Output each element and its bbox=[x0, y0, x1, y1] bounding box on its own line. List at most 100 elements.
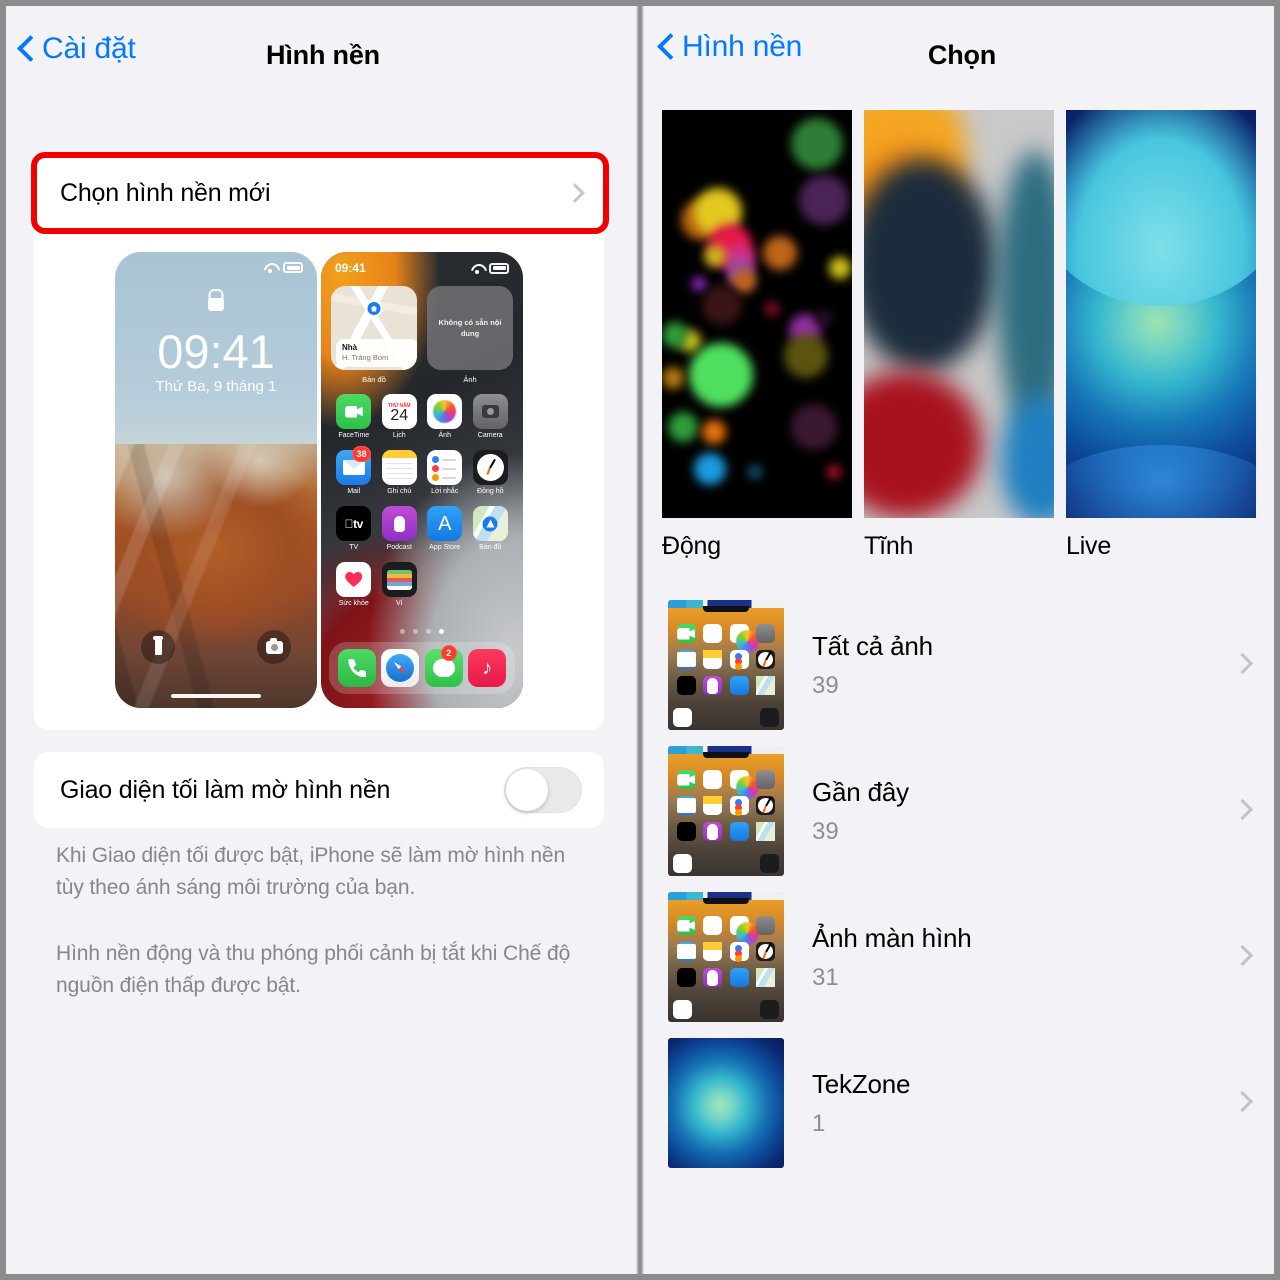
album-title: Gần đây bbox=[812, 776, 909, 807]
album-count: 39 bbox=[812, 817, 839, 845]
choose-new-wallpaper-label: Chọn hình nền mới bbox=[60, 178, 271, 207]
camera-icon bbox=[265, 637, 283, 654]
chevron-right-icon bbox=[1231, 798, 1254, 821]
podcasts-icon bbox=[381, 506, 417, 541]
category-label: Live bbox=[1066, 532, 1112, 560]
home-indicator bbox=[171, 694, 261, 698]
page-dot bbox=[413, 629, 418, 634]
category-still[interactable]: Tĩnh bbox=[864, 110, 1054, 561]
app-mail[interactable]: 38 Mail bbox=[331, 446, 377, 495]
app-maps[interactable]: Bản đồ bbox=[468, 506, 514, 551]
home-app-grid: FaceTime THỨ NĂM 24 Lịch Ảnh Camera 38 M… bbox=[331, 394, 513, 607]
app-label: Sức khỏe bbox=[338, 600, 369, 607]
screenshot-root: Cài đặt Hình nền Chọn hình nền mới 09:41… bbox=[0, 0, 1280, 1280]
album-title: Tất cả ảnh bbox=[812, 630, 933, 661]
appstore-icon: A bbox=[427, 506, 463, 541]
app-label: Đồng hồ bbox=[477, 488, 504, 495]
flashlight-icon bbox=[153, 636, 163, 655]
battery-icon bbox=[283, 262, 303, 273]
chevron-right-icon bbox=[1231, 944, 1254, 967]
music-icon[interactable] bbox=[468, 649, 507, 687]
album-text: TekZone 1 bbox=[812, 1069, 911, 1138]
chevron-left-icon bbox=[18, 35, 34, 63]
image-border-left bbox=[0, 0, 6, 1280]
maps-icon bbox=[472, 506, 508, 541]
app-podcasts[interactable]: Podcast bbox=[377, 506, 423, 551]
footer-paragraph-2: Hình nền động và thu phóng phối cảnh bị … bbox=[56, 942, 571, 997]
app-label: Camera bbox=[477, 432, 503, 439]
app-clock[interactable]: Đồng hồ bbox=[468, 450, 514, 495]
tv-icon: tv bbox=[336, 506, 372, 541]
home-screen-preview[interactable]: 09:41 Nhà H. Trảng Bom Bản đồ Không có s… bbox=[321, 252, 523, 708]
left-navbar: Cài đặt Hình nền bbox=[0, 0, 636, 92]
album-text: Ảnh màn hình 31 bbox=[812, 923, 972, 992]
category-dynamic[interactable]: Động bbox=[662, 110, 852, 561]
flashlight-button[interactable] bbox=[141, 630, 175, 664]
calendar-icon: THỨ NĂM 24 bbox=[381, 394, 417, 429]
photos-widget-label: Ảnh bbox=[463, 375, 477, 384]
app-label: Ví bbox=[395, 600, 403, 607]
album-row-recents[interactable]: Gần đây 39 bbox=[644, 738, 1280, 884]
album-list: Tất cả ảnh 39 Gần đây 39 Ảnh màn hình 31… bbox=[644, 592, 1280, 1176]
photos-icon bbox=[427, 394, 463, 429]
maps-widget[interactable]: Nhà H. Trảng Bom Bản đồ bbox=[331, 286, 417, 384]
lock-status-bar bbox=[263, 262, 303, 273]
still-abstract-thumbnail bbox=[864, 110, 1054, 518]
wallpaper-category-row: Động Tĩnh Live bbox=[644, 110, 1280, 561]
dark-appearance-dim-toggle[interactable] bbox=[504, 767, 582, 813]
maps-widget-subtitle: H. Trảng Bom bbox=[342, 353, 389, 363]
app-reminders[interactable]: Lời nhắc bbox=[422, 450, 468, 495]
app-label: App Store bbox=[429, 544, 461, 551]
app-photos[interactable]: Ảnh bbox=[422, 394, 468, 439]
app-wallet[interactable]: Ví bbox=[377, 562, 423, 607]
chevron-right-icon bbox=[1231, 652, 1254, 675]
category-label: Động bbox=[662, 532, 721, 560]
dark-appearance-card: Giao diện tối làm mờ hình nền bbox=[34, 752, 604, 828]
app-label: Lời nhắc bbox=[431, 488, 459, 495]
dark-appearance-dim-row[interactable]: Giao diện tối làm mờ hình nền bbox=[34, 752, 604, 828]
app-tv[interactable]: tv TV bbox=[331, 506, 377, 551]
lock-screen-preview[interactable]: 09:41 Thứ Ba, 9 tháng 1 bbox=[115, 252, 317, 708]
choose-new-wallpaper-row[interactable]: Chọn hình nền mới bbox=[34, 156, 604, 230]
camera-button[interactable] bbox=[257, 630, 291, 664]
app-notes[interactable]: Ghi chú bbox=[377, 450, 423, 495]
dark-appearance-dim-label: Giao diện tối làm mờ hình nền bbox=[60, 775, 391, 804]
live-circles-thumbnail bbox=[1066, 110, 1256, 518]
safari-icon[interactable] bbox=[381, 649, 420, 687]
album-row-all-photos[interactable]: Tất cả ảnh 39 bbox=[644, 592, 1280, 738]
category-live[interactable]: Live bbox=[1066, 110, 1256, 561]
album-thumbnail bbox=[668, 1038, 784, 1168]
dynamic-bokeh-thumbnail bbox=[662, 110, 852, 518]
maps-widget-title: Nhà bbox=[342, 342, 358, 352]
chevron-right-icon bbox=[565, 183, 585, 203]
app-calendar[interactable]: THỨ NĂM 24 Lịch bbox=[377, 394, 423, 439]
panel-divider bbox=[636, 0, 644, 1280]
photos-widget[interactable]: Không có sẵn nội dung Ảnh bbox=[427, 286, 513, 384]
album-row-tekzone[interactable]: TekZone 1 bbox=[644, 1030, 1280, 1176]
app-facetime[interactable]: FaceTime bbox=[331, 394, 377, 439]
lock-time: 09:41 bbox=[157, 325, 275, 378]
app-appstore[interactable]: A App Store bbox=[422, 506, 468, 551]
calendar-day: 24 bbox=[390, 406, 409, 424]
app-health[interactable]: Sức khỏe bbox=[331, 562, 377, 607]
page-dots[interactable] bbox=[321, 629, 523, 634]
album-count: 31 bbox=[812, 963, 839, 991]
wallpaper-chooser-panel: Hình nền Chọn Động Tĩnh Live Tất cả ảnh … bbox=[644, 0, 1280, 1280]
album-thumbnail bbox=[668, 892, 784, 1022]
album-count: 1 bbox=[812, 1109, 826, 1137]
health-icon bbox=[336, 562, 372, 597]
image-border-right bbox=[1274, 0, 1280, 1280]
image-border-bottom bbox=[0, 1274, 1280, 1280]
phone-icon[interactable] bbox=[337, 649, 376, 687]
app-camera[interactable]: Camera bbox=[468, 394, 514, 439]
messages-app[interactable]: 2 bbox=[424, 645, 463, 687]
toggle-knob bbox=[506, 769, 548, 811]
page-dot-active bbox=[439, 629, 444, 634]
lock-quick-actions bbox=[115, 630, 317, 664]
home-screen-thumbnail bbox=[668, 892, 784, 1022]
camera-icon bbox=[472, 394, 508, 429]
live-circles-thumbnail bbox=[668, 1038, 784, 1168]
album-text: Gần đây 39 bbox=[812, 777, 909, 846]
album-row-screenshots[interactable]: Ảnh màn hình 31 bbox=[644, 884, 1280, 1030]
wallet-icon bbox=[381, 562, 417, 597]
